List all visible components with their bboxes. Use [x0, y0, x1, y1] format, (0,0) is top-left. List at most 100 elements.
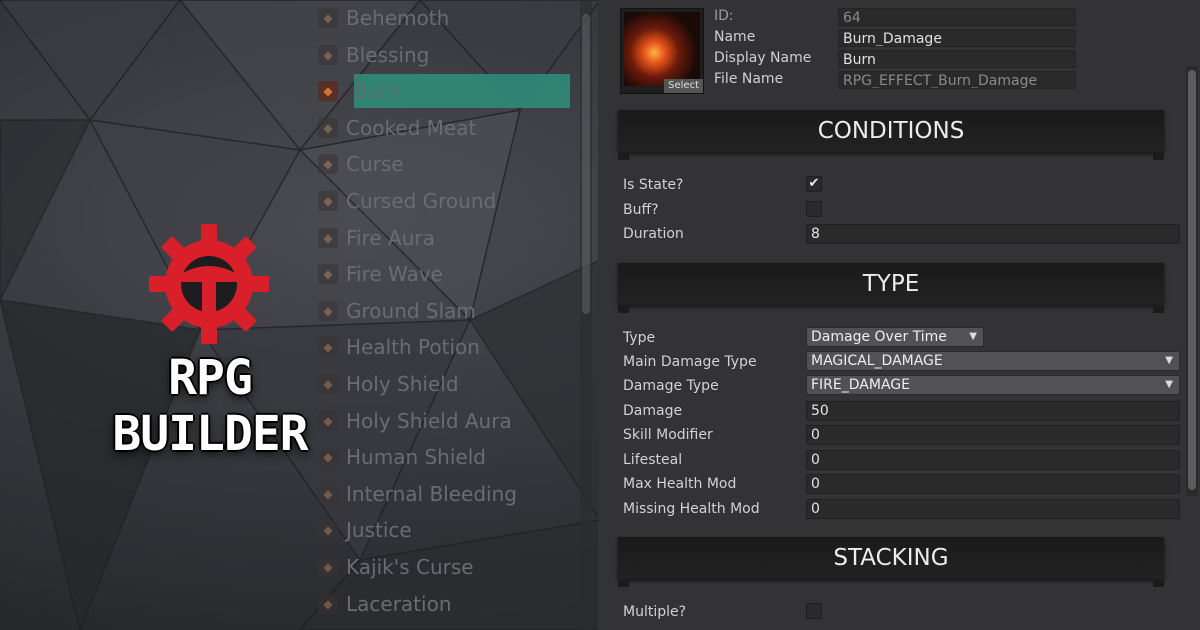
type-dropdown[interactable]: Damage Over Time ▼ [806, 327, 984, 347]
list-item-label: Blessing [346, 42, 430, 67]
list-item-label: Health Potion [346, 335, 480, 360]
meat-icon: ◆ [318, 117, 338, 138]
effect-list[interactable]: ◆ Behemoth ◆ Blessing ◆ Burn ◆ Cooked Meat ◆ Curs… [310, 0, 572, 630]
max-health-mod-label: Max Health Mod [623, 476, 737, 492]
bleeding-icon: ◆ [318, 483, 338, 504]
list-item-label: Burn [354, 79, 401, 104]
damage-type-value: FIRE_DAMAGE [811, 377, 910, 393]
display-name-label: Display Name [714, 50, 812, 66]
main-damage-type-value: MAGICAL_DAMAGE [811, 353, 943, 369]
blessing-icon: ◆ [318, 44, 338, 65]
missing-health-mod-label: Missing Health Mod [623, 501, 760, 517]
list-item[interactable]: ◆ Health Potion [310, 330, 572, 364]
list-item[interactable]: ◆ Behemoth [310, 1, 572, 35]
is-state-label: Is State? [623, 177, 684, 193]
select-icon-button[interactable]: Select [664, 79, 703, 93]
list-item-label: Behemoth [346, 6, 450, 30]
list-item[interactable]: ◆ Burn [310, 74, 572, 109]
list-item-label: Justice [346, 518, 412, 543]
type-header: TYPE [618, 263, 1164, 313]
main-damage-type-dropdown[interactable]: MAGICAL_DAMAGE ▼ [806, 351, 1180, 371]
list-item[interactable]: ◆ Holy Shield Aura [310, 404, 572, 438]
max-health-mod-input[interactable]: 0 [806, 474, 1180, 494]
buff-label: Buff? [623, 202, 659, 218]
lifesteal-input[interactable]: 0 [806, 450, 1180, 470]
missing-health-mod-input[interactable]: 0 [806, 499, 1180, 519]
list-item[interactable]: ◆ Blessing [310, 38, 572, 72]
effect-thumbnail[interactable]: Select [620, 8, 704, 94]
cursed-ground-icon: ◆ [318, 191, 338, 211]
ground-slam-icon: ◆ [318, 300, 338, 321]
curse-icon: ◆ [318, 154, 338, 175]
potion-icon: ◆ [318, 337, 338, 358]
fire-aura-icon: ◆ [318, 227, 338, 248]
human-shield-icon: ◆ [318, 447, 338, 468]
laceration-icon: ◆ [318, 593, 338, 614]
chevron-down-icon: ▼ [1165, 355, 1173, 366]
conditions-header: CONDITIONS [618, 110, 1164, 160]
damage-label: Damage [623, 403, 683, 419]
list-item-label: Internal Bleeding [346, 481, 517, 506]
list-item[interactable]: ◆ Holy Shield [310, 367, 572, 401]
behemoth-icon: ◆ [318, 8, 338, 28]
list-item-label: Kajik's Curse [346, 555, 474, 579]
damage-input[interactable]: 50 [806, 401, 1180, 421]
list-item[interactable]: ◆ Internal Bleeding [310, 477, 572, 511]
list-item-label: Curse [346, 152, 404, 177]
skill-modifier-input[interactable]: 0 [806, 425, 1180, 445]
list-item-label: Cursed Ground [346, 189, 497, 213]
list-item[interactable]: ◆ Fire Wave [310, 257, 572, 291]
shield-aura-icon: ◆ [318, 410, 338, 431]
list-item-label: Fire Aura [346, 225, 435, 250]
id-field: 64 [838, 8, 1076, 26]
list-item-label: Fire Wave [346, 262, 443, 287]
fire-icon: ◆ [318, 81, 338, 102]
list-scrollbar[interactable] [580, 0, 592, 630]
stacking-header: STACKING [618, 537, 1164, 587]
list-item-label: Human Shield [346, 445, 486, 470]
multiple-checkbox[interactable] [806, 603, 822, 619]
main-damage-type-label: Main Damage Type [623, 354, 757, 370]
duration-input[interactable]: 8 [806, 224, 1180, 244]
display-name-input[interactable]: Burn [838, 50, 1076, 68]
chevron-down-icon: ▼ [969, 331, 977, 342]
list-item[interactable]: ◆ Cursed Ground [310, 184, 572, 218]
lifesteal-label: Lifesteal [623, 452, 683, 468]
list-item-label: Ground Slam [346, 298, 476, 323]
list-item[interactable]: ◆ Justice [310, 513, 572, 547]
fire-meteor-image [624, 12, 700, 86]
list-item[interactable]: ◆ Laceration [310, 587, 572, 621]
list-item[interactable]: ◆ Fire Aura [310, 221, 572, 255]
file-name-label: File Name [714, 71, 784, 87]
list-item[interactable]: ◆ Human Shield [310, 440, 572, 474]
shield-icon: ◆ [318, 374, 338, 394]
list-scrollbar-thumb[interactable] [582, 14, 590, 314]
multiple-label: Multiple? [623, 604, 687, 620]
list-item[interactable]: ◆ Kajik's Curse [310, 550, 572, 584]
list-item[interactable]: ◆ Cooked Meat [310, 111, 572, 145]
skill-modifier-label: Skill Modifier [623, 427, 713, 443]
list-item-label: Cooked Meat [346, 115, 477, 140]
buff-checkbox[interactable] [806, 201, 822, 217]
list-item[interactable]: ◆ Ground Slam [310, 294, 572, 328]
justice-icon: ◆ [318, 520, 338, 541]
file-name-field: RPG_EFFECT_Burn_Damage [838, 71, 1076, 89]
check-icon: ✔ [808, 176, 820, 191]
gear-hammer-icon [149, 224, 269, 344]
inspector-scrollbar-thumb[interactable] [1188, 70, 1196, 490]
duration-label: Duration [623, 226, 684, 242]
damage-type-dropdown[interactable]: FIRE_DAMAGE ▼ [806, 375, 1180, 395]
inspector-scrollbar[interactable] [1186, 66, 1198, 496]
damage-type-label: Damage Type [623, 378, 719, 394]
logo-text: RPG BUILDER [112, 350, 308, 462]
is-state-checkbox[interactable]: ✔ [806, 176, 822, 192]
list-item-label: Holy Shield [346, 372, 459, 396]
name-input[interactable]: Burn_Damage [838, 29, 1076, 47]
list-item-label: Holy Shield Aura [346, 408, 512, 433]
effect-header: Select ID: 64 Name Burn_Damage Display N… [620, 6, 1090, 94]
list-item-label: Laceration [346, 591, 452, 616]
id-label: ID: [714, 8, 734, 24]
list-item[interactable]: ◆ Curse [310, 147, 572, 181]
effect-inspector: Select ID: 64 Name Burn_Damage Display N… [598, 0, 1200, 630]
chevron-down-icon: ▼ [1165, 379, 1173, 390]
